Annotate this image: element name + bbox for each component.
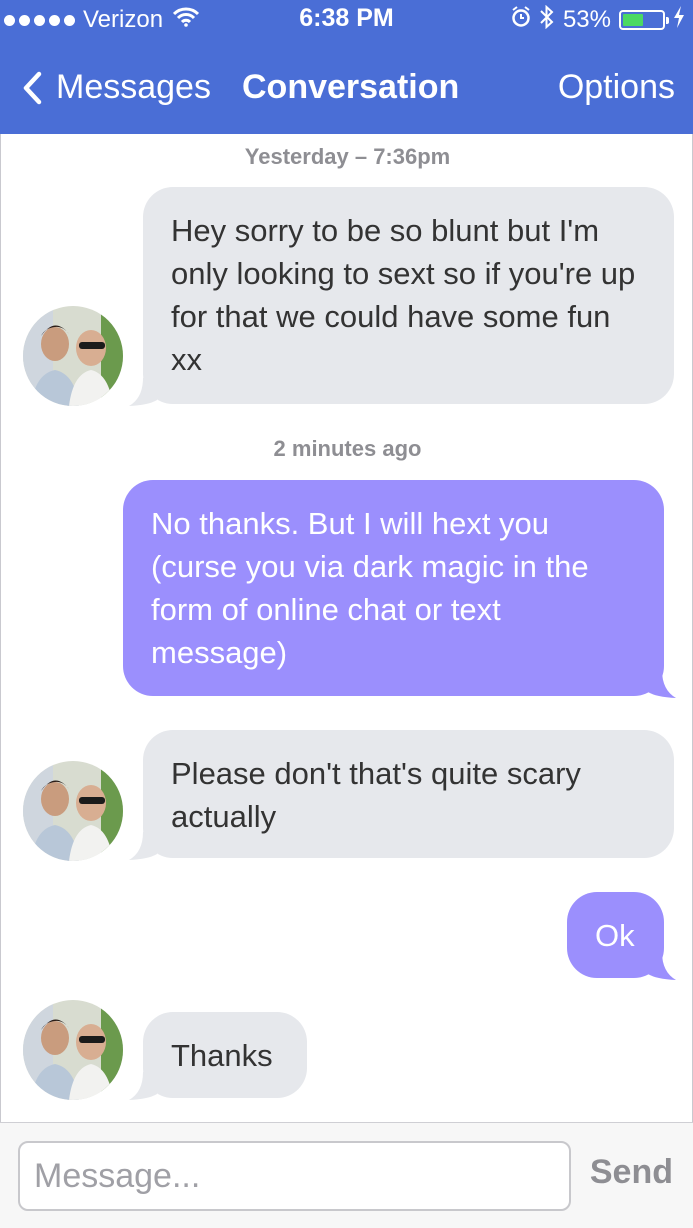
bubble-tail <box>129 378 157 406</box>
message-bubble-incoming[interactable]: Please don't that's quite scary actually <box>129 730 674 860</box>
avatar-photo <box>23 1000 123 1100</box>
battery-percent: 53% <box>562 6 611 33</box>
message-bubble-outgoing[interactable]: Ok <box>567 892 676 980</box>
message-bubble-incoming[interactable]: Hey sorry to be so blunt but I'm only lo… <box>129 187 674 406</box>
contact-avatar[interactable] <box>23 761 123 861</box>
back-label: Messages <box>56 68 211 106</box>
message-text: Please don't that's quite scary actually <box>171 756 581 834</box>
message-text: No thanks. But I will hext you (curse yo… <box>151 506 589 670</box>
battery-icon <box>619 10 669 30</box>
conversation-area[interactable]: Yesterday – 7:36pm Hey sorry to be so bl… <box>0 134 693 1122</box>
contact-avatar[interactable] <box>23 306 123 406</box>
bubble-tail <box>648 952 676 980</box>
message-input[interactable] <box>18 1141 571 1211</box>
charging-bolt-icon <box>673 5 685 35</box>
message-text: Ok <box>595 918 635 953</box>
chevron-left-icon <box>23 71 42 104</box>
bubble-tail <box>129 1072 157 1100</box>
alarm-icon <box>511 5 531 35</box>
timestamp: Yesterday – 7:36pm <box>244 144 451 169</box>
status-bar: Verizon 6:38 PM 53% <box>0 0 693 40</box>
bubble-tail <box>129 832 157 860</box>
back-button[interactable]: Messages <box>22 68 211 107</box>
avatar-photo <box>23 306 123 406</box>
page-title: Conversation <box>242 68 460 106</box>
message-text: Thanks <box>171 1038 273 1073</box>
avatar-photo <box>23 761 123 861</box>
bubble-tail <box>648 670 676 698</box>
app-header: Verizon 6:38 PM 53% Messages Conversatio… <box>0 0 693 134</box>
contact-avatar[interactable] <box>23 1000 123 1100</box>
options-button[interactable]: Options <box>558 68 675 107</box>
timestamp: 2 minutes ago <box>273 436 422 461</box>
navigation-bar: Messages Conversation Options <box>0 40 693 134</box>
compose-bar: Send <box>0 1122 693 1228</box>
bluetooth-icon <box>539 4 555 36</box>
message-text: Hey sorry to be so blunt but I'm only lo… <box>171 213 636 377</box>
battery-level <box>623 14 643 26</box>
message-bubble-outgoing[interactable]: No thanks. But I will hext you (curse yo… <box>123 480 676 698</box>
message-bubble-incoming[interactable]: Thanks <box>129 1012 307 1100</box>
send-button[interactable]: Send <box>590 1153 673 1192</box>
